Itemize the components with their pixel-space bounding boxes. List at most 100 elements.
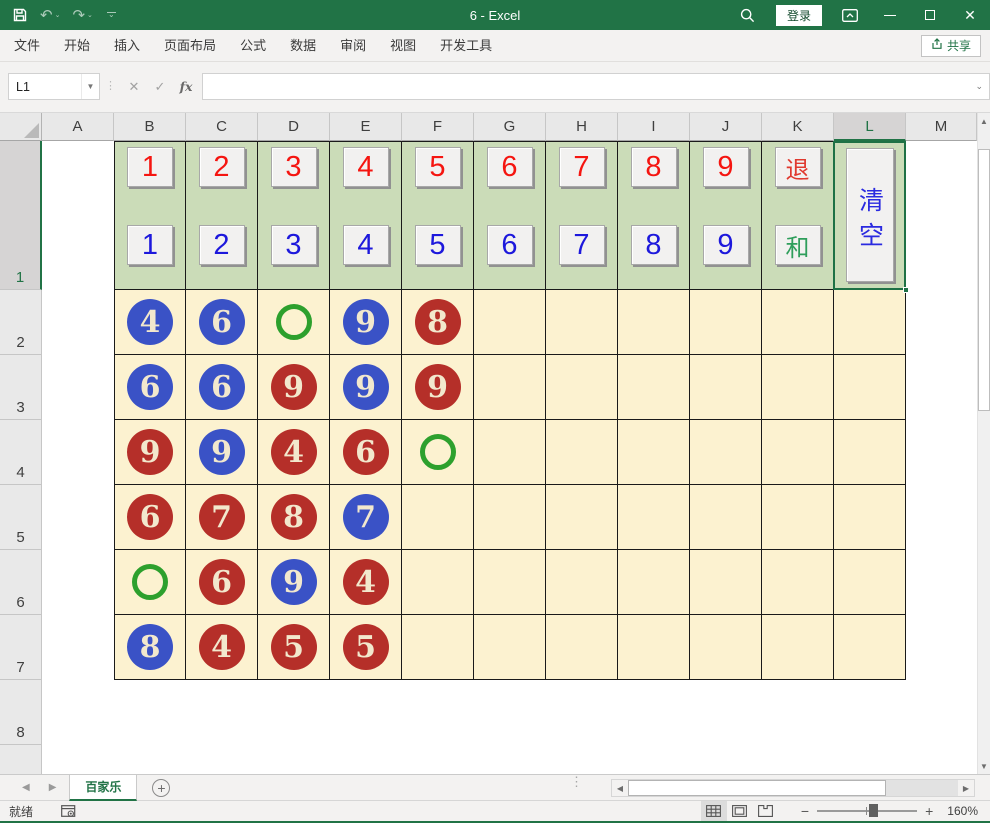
bet-button-blue-9[interactable]: 9: [703, 225, 749, 265]
cell-K6[interactable]: [762, 550, 834, 615]
zoom-slider-thumb[interactable]: [869, 804, 878, 817]
cell-F6[interactable]: [402, 550, 474, 615]
ribbon-tab-页面布局[interactable]: 页面布局: [152, 30, 228, 62]
cell-H2[interactable]: [546, 290, 618, 355]
cell-F4[interactable]: [402, 420, 474, 485]
bet-button-red-5[interactable]: 5: [415, 147, 461, 187]
ribbon-tab-审阅[interactable]: 审阅: [328, 30, 378, 62]
customize-qat-icon[interactable]: ⌄: [107, 12, 116, 18]
cell-D5[interactable]: 8: [258, 485, 330, 550]
maximize-button[interactable]: [910, 0, 950, 30]
column-header-L[interactable]: L: [834, 113, 906, 141]
bet-cell-G1[interactable]: 66: [474, 141, 546, 290]
formula-bar-splitter[interactable]: ⋮: [105, 73, 116, 100]
next-sheet-icon[interactable]: ▶: [49, 782, 57, 793]
ribbon-tab-开发工具[interactable]: 开发工具: [428, 30, 504, 62]
zoom-level-label[interactable]: 160%: [947, 804, 978, 818]
zoom-out-button[interactable]: −: [801, 803, 809, 819]
bet-cell-F1[interactable]: 55: [402, 141, 474, 290]
prev-sheet-icon[interactable]: ◀: [22, 782, 30, 793]
scroll-right-icon[interactable]: ▶: [958, 780, 974, 796]
bet-button-red-2[interactable]: 2: [199, 147, 245, 187]
redo-dropdown-icon[interactable]: ⌄: [87, 11, 93, 19]
cell-H6[interactable]: [546, 550, 618, 615]
cell-J7[interactable]: [690, 615, 762, 680]
horizontal-scroll-thumb[interactable]: [628, 780, 886, 796]
bet-button-he[interactable]: 和: [775, 225, 821, 265]
cell-F5[interactable]: [402, 485, 474, 550]
cell-J4[interactable]: [690, 420, 762, 485]
cell-K4[interactable]: [762, 420, 834, 485]
scroll-up-icon[interactable]: ▲: [978, 113, 990, 129]
page-layout-view-button[interactable]: [727, 801, 753, 821]
bet-cell-L1-selected[interactable]: 清空: [834, 141, 906, 290]
cell-B5[interactable]: 6: [114, 485, 186, 550]
cell-C5[interactable]: 7: [186, 485, 258, 550]
cell-E3[interactable]: 9: [330, 355, 402, 420]
bet-button-blue-7[interactable]: 7: [559, 225, 605, 265]
cell-L6[interactable]: [834, 550, 906, 615]
bet-cell-D1[interactable]: 33: [258, 141, 330, 290]
cell-D6[interactable]: 9: [258, 550, 330, 615]
column-header-M[interactable]: M: [906, 113, 977, 141]
cell-A6[interactable]: [42, 550, 114, 615]
redo-button[interactable]: ↷⌄: [72, 8, 92, 23]
cell-B7[interactable]: 8: [114, 615, 186, 680]
bet-button-red-3[interactable]: 3: [271, 147, 317, 187]
bet-button-blue-3[interactable]: 3: [271, 225, 317, 265]
bet-button-blue-6[interactable]: 6: [487, 225, 533, 265]
cell-A4[interactable]: [42, 420, 114, 485]
column-header-E[interactable]: E: [330, 113, 402, 141]
normal-view-button[interactable]: [701, 801, 727, 821]
undo-dropdown-icon[interactable]: ⌄: [55, 11, 61, 19]
row-header-8[interactable]: 8: [0, 680, 42, 745]
cell-I3[interactable]: [618, 355, 690, 420]
bet-cell-I1[interactable]: 88: [618, 141, 690, 290]
row-header-6[interactable]: 6: [0, 550, 42, 615]
cell-G6[interactable]: [474, 550, 546, 615]
ribbon-tab-开始[interactable]: 开始: [52, 30, 102, 62]
bet-button-tui[interactable]: 退: [775, 147, 821, 187]
cell-E2[interactable]: 9: [330, 290, 402, 355]
column-header-K[interactable]: K: [762, 113, 834, 141]
fill-handle[interactable]: [903, 287, 909, 293]
cell-H4[interactable]: [546, 420, 618, 485]
bet-button-red-6[interactable]: 6: [487, 147, 533, 187]
minimize-button[interactable]: [870, 0, 910, 30]
clear-button[interactable]: 清空: [846, 148, 894, 282]
cell-L2[interactable]: [834, 290, 906, 355]
column-header-J[interactable]: J: [690, 113, 762, 141]
row-header-3[interactable]: 3: [0, 355, 42, 420]
row-header-4[interactable]: 4: [0, 420, 42, 485]
bet-cell-B1[interactable]: 11: [114, 141, 186, 290]
column-header-C[interactable]: C: [186, 113, 258, 141]
vertical-scrollbar[interactable]: ▲ ▼: [977, 113, 990, 774]
cell-E5[interactable]: 7: [330, 485, 402, 550]
cell-I5[interactable]: [618, 485, 690, 550]
horizontal-scroll-track[interactable]: [628, 780, 958, 796]
cell-K7[interactable]: [762, 615, 834, 680]
row-header-1[interactable]: 1: [0, 141, 42, 290]
cell-G3[interactable]: [474, 355, 546, 420]
cell-B2[interactable]: 4: [114, 290, 186, 355]
cell-I6[interactable]: [618, 550, 690, 615]
name-box-dropdown-icon[interactable]: ▼: [81, 74, 99, 99]
cell-D2[interactable]: [258, 290, 330, 355]
cell-A3[interactable]: [42, 355, 114, 420]
row-header-7[interactable]: 7: [0, 615, 42, 680]
ribbon-display-options-icon[interactable]: [830, 0, 870, 30]
column-header-F[interactable]: F: [402, 113, 474, 141]
column-header-H[interactable]: H: [546, 113, 618, 141]
formula-bar-expand-icon[interactable]: ⌄: [975, 81, 983, 92]
cell-A7[interactable]: [42, 615, 114, 680]
column-header-B[interactable]: B: [114, 113, 186, 141]
cell-C3[interactable]: 6: [186, 355, 258, 420]
page-break-preview-button[interactable]: [753, 801, 779, 821]
login-button[interactable]: 登录: [776, 5, 822, 26]
bet-cell-H1[interactable]: 77: [546, 141, 618, 290]
cell-E4[interactable]: 6: [330, 420, 402, 485]
cell-D3[interactable]: 9: [258, 355, 330, 420]
cell-J6[interactable]: [690, 550, 762, 615]
bet-button-red-8[interactable]: 8: [631, 147, 677, 187]
cell-K3[interactable]: [762, 355, 834, 420]
